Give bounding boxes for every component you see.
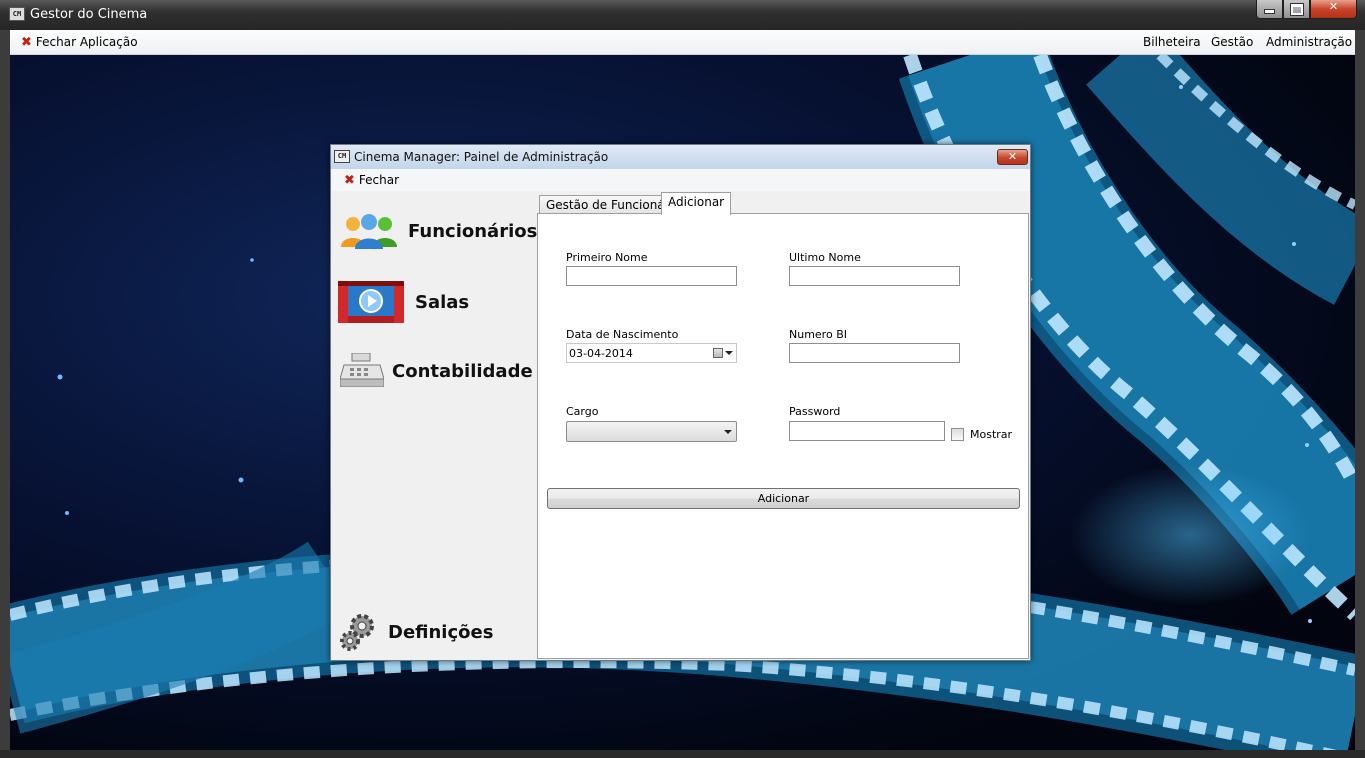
- dialog-title: Cinema Manager: Painel de Administração: [354, 150, 609, 164]
- dialog-menubar: ✖ Fechar: [331, 169, 1030, 191]
- close-app-label: Fechar Aplicação: [35, 35, 138, 49]
- close-window-button[interactable]: ✕: [1310, 0, 1357, 19]
- gears-icon: [340, 614, 374, 651]
- maximize-button[interactable]: [1283, 0, 1310, 19]
- minimize-icon: [1264, 9, 1275, 14]
- first-name-label: Primeiro Nome: [566, 251, 648, 264]
- close-x-icon: ✖: [344, 173, 355, 188]
- admin-panel-dialog: CM Cinema Manager: Painel de Administraç…: [330, 144, 1031, 661]
- cargo-select[interactable]: [566, 421, 737, 442]
- nav-label-definicoes: Definições: [388, 622, 494, 643]
- main-titlebar[interactable]: CM Gestor do Cinema ✕: [0, 0, 1365, 30]
- close-icon: ✕: [1007, 150, 1018, 163]
- last-name-input[interactable]: [789, 266, 960, 286]
- nav-label-funcionarios: Funcionários: [408, 221, 538, 242]
- calendar-icon: [713, 348, 723, 358]
- window-frame-right: [1355, 30, 1365, 750]
- maximize-icon: [1289, 3, 1304, 16]
- close-label: Fechar: [358, 173, 400, 187]
- close-x-icon: ✖: [21, 35, 32, 50]
- birth-date-picker[interactable]: 03-04-2014: [566, 343, 737, 363]
- bi-number-label: Numero BI: [789, 328, 847, 341]
- chevron-down-icon: [724, 430, 732, 434]
- first-name-input[interactable]: [566, 266, 737, 286]
- birth-date-value: 03-04-2014: [569, 347, 633, 360]
- chevron-down-icon: [725, 351, 733, 355]
- main-menubar: ✖ Fechar Aplicação Bilheteira Gestão Admi…: [10, 30, 1355, 55]
- close-icon: ✕: [1328, 0, 1339, 13]
- menu-bilheteira[interactable]: Bilheteira: [1143, 35, 1201, 49]
- password-input[interactable]: [789, 421, 945, 441]
- users-icon: [341, 214, 397, 249]
- close-app-menu-item[interactable]: ✖ Fechar Aplicação: [21, 35, 138, 50]
- password-label: Password: [789, 405, 841, 418]
- menu-gestao[interactable]: Gestão: [1211, 35, 1253, 49]
- nav-label-salas: Salas: [415, 292, 470, 313]
- window-frame-bottom: [0, 750, 1365, 758]
- menu-administracao[interactable]: Administração: [1266, 35, 1352, 49]
- tab-adicionar[interactable]: Adicionar: [661, 192, 732, 215]
- app-icon: CM: [9, 7, 25, 21]
- dialog-close-button[interactable]: ✕: [997, 149, 1028, 165]
- caption-buttons: ✕: [1256, 0, 1357, 20]
- cinema-screen-icon: [338, 281, 404, 323]
- bi-number-input[interactable]: [789, 343, 960, 363]
- window-frame-left: [0, 30, 10, 750]
- cargo-label: Cargo: [566, 405, 599, 418]
- left-navigation: Funcionários Salas Contabilidade Definiç…: [331, 191, 538, 660]
- close-menu-item[interactable]: ✖ Fechar: [344, 173, 399, 188]
- nav-label-contabilidade: Contabilidade: [392, 361, 533, 382]
- last-name-label: Ultimo Nome: [789, 251, 861, 264]
- cash-register-icon: [340, 353, 384, 387]
- dialog-titlebar[interactable]: CM Cinema Manager: Painel de Administraç…: [331, 145, 1030, 169]
- birth-date-label: Data de Nascimento: [566, 328, 679, 341]
- add-employee-button[interactable]: Adicionar: [547, 488, 1020, 509]
- show-password-label[interactable]: Mostrar: [970, 428, 1012, 441]
- window-title: Gestor do Cinema: [30, 7, 148, 22]
- dialog-app-icon: CM: [334, 150, 350, 163]
- minimize-button[interactable]: [1256, 0, 1283, 19]
- add-employee-panel: Primeiro Nome Ultimo Nome Data de Nascim…: [537, 213, 1029, 659]
- show-password-checkbox[interactable]: [951, 428, 964, 441]
